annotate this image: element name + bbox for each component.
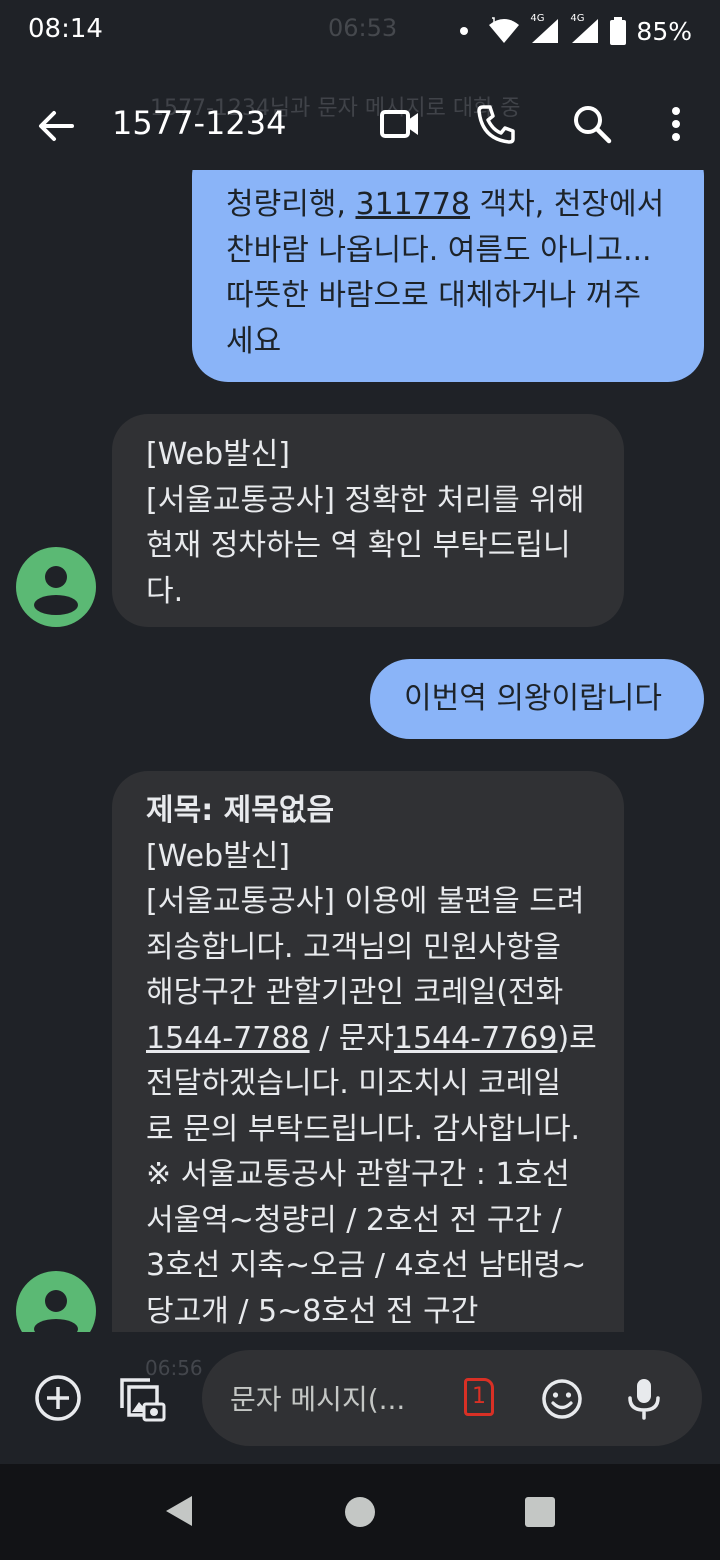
message-line: [서울교통공사] 정확한 처리를 위해 <box>146 478 584 524</box>
message-text: 해당구간 관할기관인 코레일(전화 <box>146 975 564 1010</box>
status-bar: 08:14 06:53 4G 4G 85% <box>0 0 720 62</box>
battery-icon <box>610 17 627 45</box>
incoming-message[interactable]: 제목: 제목없음 [Web발신] [서울교통공사] 이용에 불편을 드려죄송합니다… <box>112 771 624 1332</box>
message-line: [서울교통공사] 이용에 불편을 드려 <box>146 879 597 925</box>
message-line: 이번역 의왕이랍니다 <box>404 676 662 722</box>
message-line: ※ 서울교통공사 관할구간 : 1호선 <box>146 1152 597 1198</box>
more-vert-icon[interactable] <box>654 102 698 146</box>
message-line: 따뜻한 바람으로 대체하거나 꺼주 <box>226 273 664 319</box>
message-text: 세요 <box>226 323 282 359</box>
message-line: [Web발신] <box>146 432 584 478</box>
message-text: 당고개 / 5~8호선 전 구간 <box>146 1293 479 1329</box>
message-line: [Web발신] <box>146 834 597 880</box>
app-bar: 1577-1234님과 문자 메시지로 대화 중 1577-1234 <box>0 80 720 170</box>
message-text: 따뜻한 바람으로 대체하거나 꺼주 <box>226 278 642 313</box>
back-arrow-icon[interactable] <box>34 104 78 148</box>
system-nav-bar <box>0 1464 720 1560</box>
search-icon[interactable] <box>570 102 614 146</box>
avatar[interactable] <box>16 1271 96 1332</box>
nav-recents-icon[interactable] <box>524 1496 556 1528</box>
incoming-message[interactable]: [Web발신] [서울교통공사] 정확한 처리를 위해현재 정차하는 역 확인 부… <box>112 414 624 627</box>
nav-back-icon[interactable] <box>164 1494 194 1528</box>
message-composer[interactable]: 문자 메시지(... 1 <box>202 1350 702 1446</box>
message-line: 해당구간 관할기관인 코레일(전화 <box>146 970 597 1016</box>
message-text: 이번역 의왕이랍니다 <box>404 681 662 716</box>
message-text: [서울교통공사] 이용에 불편을 드려 <box>146 884 585 919</box>
message-text: 서울역~청량리 / 2호선 전 구간 / <box>146 1202 562 1238</box>
message-line: 청량리행, 311778 객차, 천장에서 <box>226 182 664 228</box>
video-call-icon[interactable] <box>378 102 422 146</box>
emoji-icon[interactable] <box>540 1377 584 1421</box>
message-subject: 제목: 제목없음 <box>146 793 335 828</box>
phone-icon[interactable] <box>474 102 518 146</box>
outgoing-message[interactable]: 이번역 의왕이랍니다 <box>370 659 704 739</box>
message-text: 다. <box>146 573 184 609</box>
status-ghost-time: 06:53 <box>328 14 398 42</box>
signal-icon: 4G <box>530 13 560 45</box>
notification-dot-icon <box>460 27 469 35</box>
message-line: 로 문의 부탁드립니다. 감사합니다. <box>146 1107 597 1153</box>
message-line: 죄송합니다. 고객님의 민원사항을 <box>146 925 597 971</box>
person-icon <box>34 1290 78 1332</box>
message-link[interactable]: 311778 <box>355 187 470 222</box>
message-text: )로 <box>557 1020 597 1056</box>
nav-home-icon[interactable] <box>344 1496 376 1528</box>
message-list[interactable]: 청량리행, 311778 객차, 천장에서찬바람 나옵니다. 여름도 아니고..… <box>0 170 720 1332</box>
wifi-icon <box>489 17 520 43</box>
message-line: 1544-7788 / 문자1544-7769)로 <box>146 1016 597 1062</box>
sim-badge[interactable]: 1 <box>464 1378 494 1416</box>
message-text: 3호선 지축~오금 / 4호선 남태령~ <box>146 1248 587 1283</box>
avatar[interactable] <box>16 547 96 627</box>
message-text: 로 문의 부탁드립니다. 감사합니다. <box>146 1111 581 1147</box>
signal-icon-2: 4G <box>570 13 600 45</box>
message-line: 찬바람 나옵니다. 여름도 아니고... <box>226 228 664 274</box>
mic-icon[interactable] <box>624 1376 664 1422</box>
outgoing-message[interactable]: 청량리행, 311778 객차, 천장에서찬바람 나옵니다. 여름도 아니고..… <box>192 170 704 382</box>
message-link[interactable]: 1544-7788 <box>146 1021 310 1056</box>
message-text: 현재 정차하는 역 확인 부탁드립니 <box>146 528 571 563</box>
battery-level: 85% <box>636 16 692 46</box>
message-text: ※ 서울교통공사 관할구간 : 1호선 <box>146 1157 570 1192</box>
message-line: 다. <box>146 569 584 615</box>
compose-bar: 06:56 문자 메시지(... 1 <box>0 1332 720 1464</box>
message-text: 객차, 천장에서 <box>470 187 665 222</box>
message-line: 당고개 / 5~8호선 전 구간 <box>146 1289 597 1333</box>
message-line: 서울역~청량리 / 2호선 전 구간 / <box>146 1198 597 1244</box>
message-line: 3호선 지축~오금 / 4호선 남태령~ <box>146 1243 597 1289</box>
message-text: / 문자 <box>309 1020 394 1056</box>
status-time: 08:14 <box>28 14 103 44</box>
message-text: [Web발신] <box>146 437 291 472</box>
message-line: 전달하겠습니다. 미조치시 코레일 <box>146 1061 597 1107</box>
add-icon[interactable] <box>34 1374 82 1422</box>
conversation-title: 1577-1234 <box>112 104 287 142</box>
message-text: [Web발신] <box>146 838 291 874</box>
message-text: 전달하겠습니다. 미조치시 코레일 <box>146 1066 562 1101</box>
person-icon <box>34 566 78 615</box>
message-text: [서울교통공사] 정확한 처리를 위해 <box>146 482 585 518</box>
message-input[interactable]: 문자 메시지(... <box>230 1378 405 1418</box>
message-text: 찬바람 나옵니다. 여름도 아니고... <box>226 232 652 268</box>
message-text: 청량리행, <box>226 187 356 222</box>
message-line: 현재 정차하는 역 확인 부탁드립니 <box>146 523 584 569</box>
gallery-icon[interactable] <box>116 1374 166 1424</box>
message-text: 죄송합니다. 고객님의 민원사항을 <box>146 929 562 965</box>
message-link[interactable]: 1544-7769 <box>394 1021 558 1056</box>
message-line: 세요 <box>226 319 664 365</box>
